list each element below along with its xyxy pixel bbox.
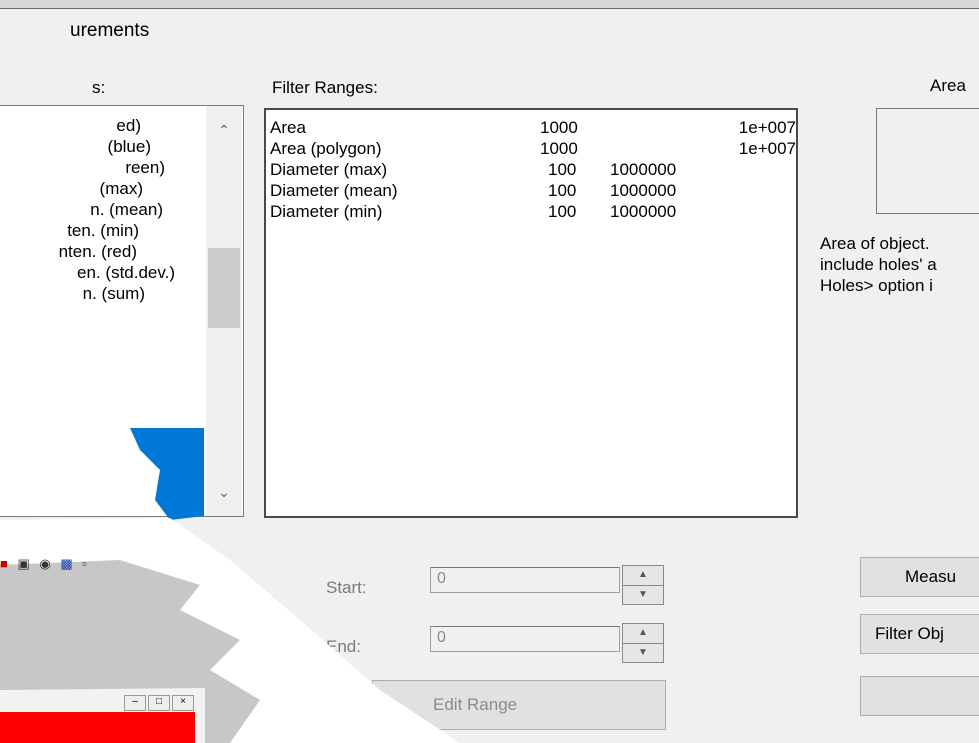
toolbar-icon[interactable]: ▣ (17, 556, 32, 571)
close-icon[interactable]: × (172, 695, 194, 711)
background-window-controls: – □ × (124, 695, 204, 711)
toolbar-icon[interactable]: ▫ (82, 556, 90, 571)
torn-edge-overlay (0, 428, 460, 743)
toolbar-icon[interactable]: ▩ (60, 556, 75, 571)
toolbar-icon[interactable]: ■ (0, 556, 11, 571)
toolbar-icon[interactable]: ◉ (39, 556, 53, 571)
maximize-icon[interactable]: □ (148, 695, 170, 711)
toolbar-fragment: ■ ▣ ◉ ▩ ▫ (0, 556, 90, 572)
minimize-icon[interactable]: – (124, 695, 146, 711)
